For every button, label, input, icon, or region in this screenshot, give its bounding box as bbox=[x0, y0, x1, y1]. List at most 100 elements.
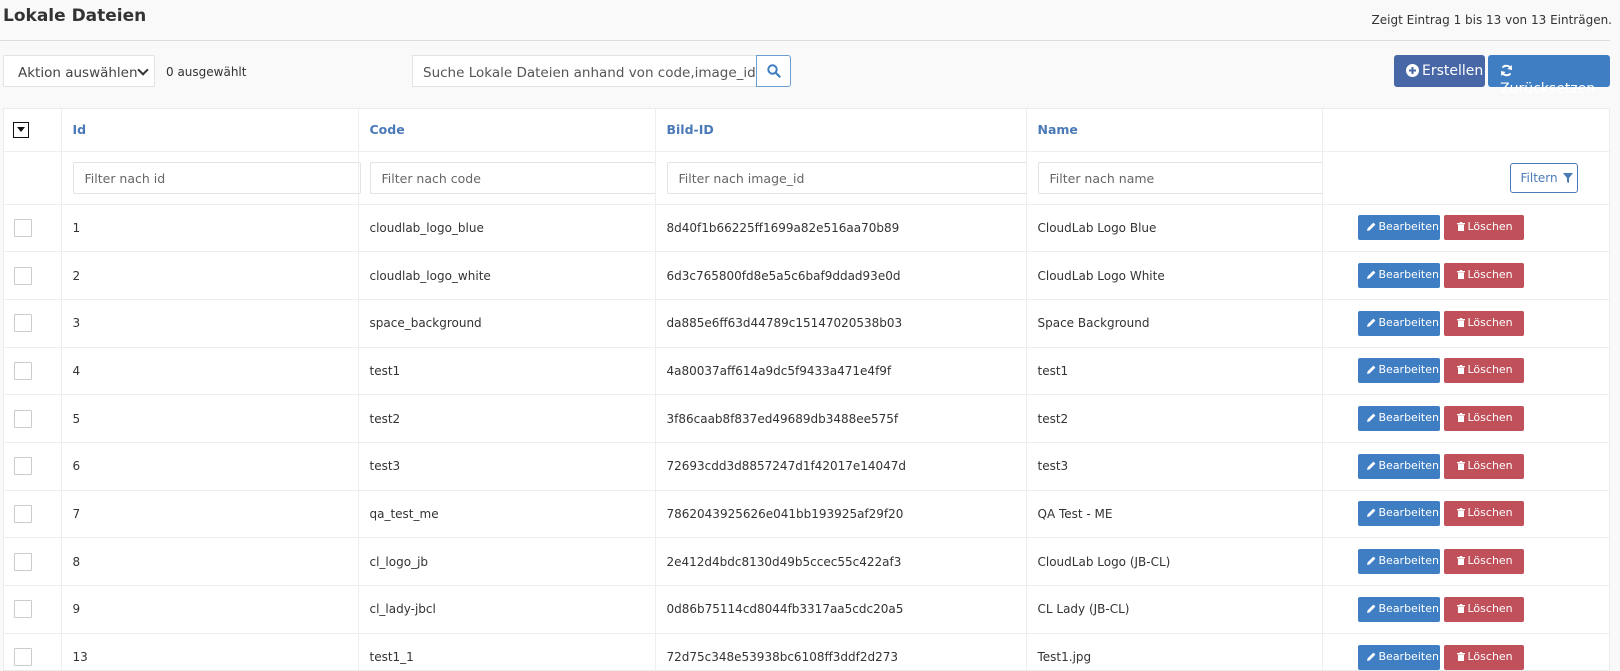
delete-button[interactable]: Löschen bbox=[1443, 215, 1524, 241]
select-all-checkbox[interactable] bbox=[13, 121, 29, 138]
cell-actions: Bearbeiten Löschen bbox=[1322, 490, 1609, 539]
selected-count: 0 ausgewählt bbox=[166, 65, 247, 79]
pencil-icon bbox=[1366, 366, 1375, 375]
table-row: 6 test3 72693cdd3d8857247d1f42017e14047d… bbox=[4, 442, 1609, 491]
create-button-label: Erstellen bbox=[1422, 63, 1484, 79]
delete-button[interactable]: Löschen bbox=[1443, 358, 1524, 384]
edit-button[interactable]: Bearbeiten bbox=[1357, 263, 1440, 289]
delete-button-label: Löschen bbox=[1467, 411, 1513, 425]
action-select-label: Aktion auswählen bbox=[18, 65, 138, 81]
trash-icon bbox=[1456, 603, 1465, 613]
cell-id: 13 bbox=[61, 633, 359, 670]
edit-button-label: Bearbeiten bbox=[1378, 220, 1439, 234]
chevron-down-icon bbox=[137, 64, 149, 76]
search-button[interactable] bbox=[756, 55, 791, 87]
row-checkbox[interactable] bbox=[14, 648, 32, 667]
row-select-cell bbox=[4, 204, 62, 253]
table-row: 7 qa_test_me 7862043925626e041bb193925af… bbox=[4, 490, 1609, 539]
filter-cell-id: Filter nach id bbox=[61, 151, 361, 205]
delete-button[interactable]: Löschen bbox=[1443, 596, 1524, 622]
row-checkbox[interactable] bbox=[14, 409, 32, 428]
pencil-icon bbox=[1366, 604, 1375, 613]
cell-code: qa_test_me bbox=[358, 490, 656, 539]
column-header-id[interactable]: Id bbox=[61, 109, 359, 152]
row-select-cell bbox=[4, 394, 62, 443]
filter-id-input[interactable]: Filter nach id bbox=[72, 161, 361, 194]
reset-button[interactable]: Zurücksetzen bbox=[1488, 55, 1610, 97]
trash-icon bbox=[1456, 365, 1465, 375]
row-checkbox[interactable] bbox=[14, 552, 32, 571]
reset-button-label: Zurücksetzen bbox=[1500, 81, 1596, 97]
cell-image-id: da885e6ff63d44789c15147020538b03 bbox=[655, 299, 1027, 348]
edit-button[interactable]: Bearbeiten bbox=[1357, 310, 1440, 336]
row-checkbox[interactable] bbox=[14, 266, 32, 285]
delete-button[interactable]: Löschen bbox=[1443, 501, 1524, 527]
edit-button[interactable]: Bearbeiten bbox=[1357, 501, 1440, 527]
action-select[interactable]: Aktion auswählen bbox=[3, 55, 155, 87]
cell-code: test1 bbox=[358, 347, 656, 396]
trash-icon bbox=[1456, 556, 1465, 566]
edit-button[interactable]: Bearbeiten bbox=[1357, 644, 1440, 670]
edit-button[interactable]: Bearbeiten bbox=[1357, 453, 1440, 479]
cell-actions: Bearbeiten Löschen bbox=[1322, 537, 1609, 586]
edit-button[interactable]: Bearbeiten bbox=[1357, 549, 1440, 575]
row-select-cell bbox=[4, 585, 62, 634]
cell-actions: Bearbeiten Löschen bbox=[1322, 442, 1609, 491]
delete-button[interactable]: Löschen bbox=[1443, 263, 1524, 289]
select-all-cell bbox=[4, 109, 62, 152]
row-checkbox[interactable] bbox=[14, 218, 32, 237]
row-checkbox[interactable] bbox=[14, 361, 32, 380]
filter-image-id-input[interactable]: Filter nach image_id bbox=[666, 161, 1027, 194]
row-checkbox[interactable] bbox=[14, 504, 32, 523]
trash-icon bbox=[1456, 413, 1465, 423]
cell-image-id: 0d86b75114cd8044fb3317aa5cdc20a5 bbox=[655, 585, 1027, 634]
column-header-code[interactable]: Code bbox=[358, 109, 656, 152]
table-row: 1 cloudlab_logo_blue 8d40f1b66225ff1699a… bbox=[4, 204, 1609, 253]
pencil-icon bbox=[1366, 270, 1375, 280]
cell-name: test3 bbox=[1026, 442, 1323, 491]
delete-button[interactable]: Löschen bbox=[1443, 549, 1524, 575]
row-checkbox[interactable] bbox=[14, 600, 32, 619]
filter-button[interactable]: Filtern bbox=[1509, 162, 1578, 193]
pencil-icon bbox=[1366, 318, 1375, 327]
caret-down-icon bbox=[17, 126, 25, 132]
filter-code-input[interactable]: Filter nach code bbox=[369, 161, 656, 194]
search-input[interactable]: Suche Lokale Dateien anhand von code,ima… bbox=[412, 55, 756, 87]
delete-button[interactable]: Löschen bbox=[1443, 453, 1524, 479]
row-select-cell bbox=[4, 537, 62, 586]
cell-id: 2 bbox=[61, 251, 359, 300]
edit-button[interactable]: Bearbeiten bbox=[1357, 215, 1440, 241]
row-checkbox[interactable] bbox=[14, 314, 32, 333]
cell-image-id: 72d75c348e53938bc6108ff3ddf2d273 bbox=[655, 633, 1027, 670]
filter-cell-empty bbox=[4, 151, 62, 205]
cell-code: test1_1 bbox=[358, 633, 656, 670]
cell-id: 6 bbox=[61, 442, 359, 491]
delete-button-label: Löschen bbox=[1467, 554, 1513, 568]
pencil-icon bbox=[1366, 461, 1375, 470]
cell-name: Test1.jpg bbox=[1026, 633, 1323, 670]
create-button[interactable]: Erstellen bbox=[1394, 55, 1485, 87]
table-row: 3 space_background da885e6ff63d44789c151… bbox=[4, 299, 1609, 348]
column-header-name[interactable]: Name bbox=[1026, 109, 1323, 152]
table-row: 8 cl_logo_jb 2e412d4bdc8130d49b5ccec55c4… bbox=[4, 537, 1609, 586]
cell-name: test2 bbox=[1026, 394, 1323, 443]
cell-actions: Bearbeiten Löschen bbox=[1322, 394, 1609, 443]
pencil-icon bbox=[1366, 413, 1375, 423]
cell-name: test1 bbox=[1026, 347, 1323, 396]
cell-code: cloudlab_logo_blue bbox=[358, 204, 656, 253]
edit-button[interactable]: Bearbeiten bbox=[1357, 406, 1440, 432]
delete-button[interactable]: Löschen bbox=[1443, 406, 1524, 432]
edit-button[interactable]: Bearbeiten bbox=[1357, 596, 1440, 622]
edit-button-label: Bearbeiten bbox=[1378, 363, 1439, 377]
delete-button[interactable]: Löschen bbox=[1443, 310, 1524, 336]
pencil-icon bbox=[1366, 222, 1375, 232]
filter-name-input[interactable]: Filter nach name bbox=[1037, 161, 1323, 194]
cell-actions: Bearbeiten Löschen bbox=[1322, 633, 1609, 670]
delete-button-label: Löschen bbox=[1467, 506, 1513, 520]
row-checkbox[interactable] bbox=[14, 457, 32, 476]
edit-button[interactable]: Bearbeiten bbox=[1357, 358, 1440, 384]
row-select-cell bbox=[4, 633, 62, 670]
filter-row: Filter nach id Filter nach code Filter n… bbox=[4, 151, 1609, 205]
column-header-image-id[interactable]: Bild-ID bbox=[655, 109, 1027, 152]
delete-button[interactable]: Löschen bbox=[1443, 644, 1524, 670]
